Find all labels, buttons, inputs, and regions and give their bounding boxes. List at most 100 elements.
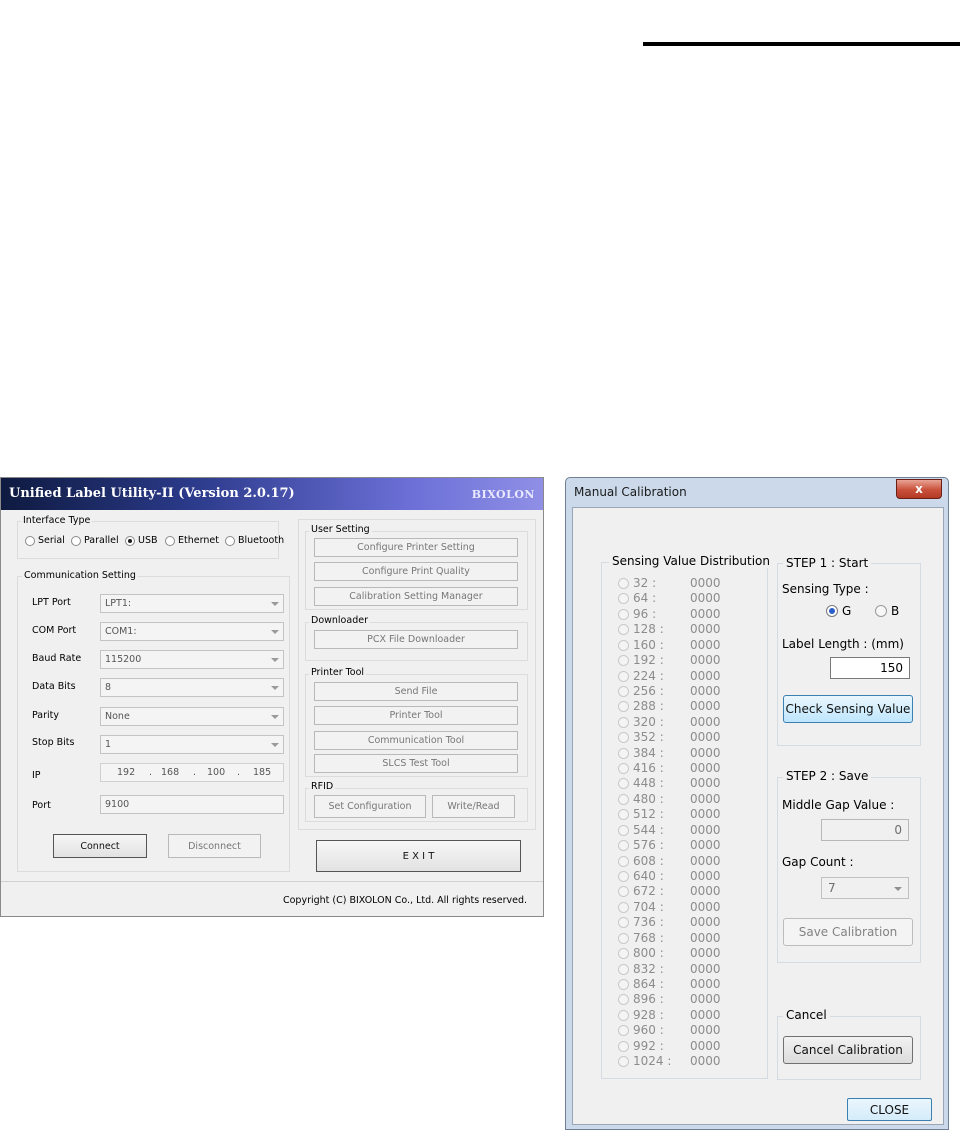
sensing-distribution-label: Sensing Value Distribution	[609, 554, 774, 568]
sensing-distribution-row[interactable]: 1024 : 0000	[618, 1054, 738, 1069]
sensing-distribution-row[interactable]: 448 : 0000	[618, 776, 738, 791]
lpt-port-label: LPT Port	[32, 597, 71, 608]
sensing-type-g-radio[interactable]: G	[826, 604, 851, 618]
radio-bluetooth[interactable]: Bluetooth	[225, 535, 284, 546]
ulu-title-bar[interactable]: Unified Label Utility-II (Version 2.0.17…	[1, 478, 543, 510]
radio-ethernet[interactable]: Ethernet	[165, 535, 219, 546]
sensing-distribution-row[interactable]: 224 : 0000	[618, 669, 738, 684]
sensing-value: 0000	[690, 822, 721, 837]
sensing-distribution-row[interactable]: 608 : 0000	[618, 854, 738, 869]
exit-button[interactable]: E X I T	[316, 840, 521, 872]
sensing-distribution-row[interactable]: 704 : 0000	[618, 900, 738, 915]
sensing-distribution-row[interactable]: 320 : 0000	[618, 715, 738, 730]
write-read-button[interactable]: Write/Read	[432, 795, 515, 818]
sensing-distribution-row[interactable]: 512 : 0000	[618, 807, 738, 822]
sensing-distribution-row[interactable]: 576 : 0000	[618, 838, 738, 853]
slcs-test-tool-button[interactable]: SLCS Test Tool	[314, 754, 518, 773]
stop-bits-select[interactable]: 1	[100, 735, 284, 754]
cancel-label: Cancel	[783, 1008, 830, 1022]
sensing-distribution-row[interactable]: 736 : 0000	[618, 915, 738, 930]
sensing-distribution-row[interactable]: 128 : 0000	[618, 622, 738, 637]
sensing-distribution-row[interactable]: 480 : 0000	[618, 792, 738, 807]
sensing-distribution-row[interactable]: 352 : 0000	[618, 730, 738, 745]
close-icon[interactable]: x	[896, 479, 942, 499]
check-sensing-value-button[interactable]: Check Sensing Value	[783, 695, 913, 723]
sensing-distribution-row[interactable]: 288 : 0000	[618, 699, 738, 714]
configure-print-quality-button[interactable]: Configure Print Quality	[314, 562, 518, 581]
chevron-down-icon	[271, 743, 279, 747]
sensing-level-label: 224 :	[633, 668, 664, 683]
radio-unselected-icon	[618, 948, 629, 960]
sensing-value: 0000	[690, 761, 721, 776]
gap-count-select[interactable]: 7	[821, 877, 909, 899]
sensing-value: 0000	[690, 930, 721, 945]
rfid-label: RFID	[309, 781, 336, 792]
sensing-type-g-label: G	[842, 604, 852, 618]
data-bits-select[interactable]: 8	[100, 678, 284, 697]
sensing-distribution-row[interactable]: 928 : 0000	[618, 1008, 738, 1023]
sensing-distribution-row[interactable]: 864 : 0000	[618, 977, 738, 992]
sensing-distribution-row[interactable]: 832 : 0000	[618, 962, 738, 977]
sensing-distribution-row[interactable]: 768 : 0000	[618, 931, 738, 946]
calibration-setting-manager-button[interactable]: Calibration Setting Manager	[314, 587, 518, 606]
sensing-type-b-radio[interactable]: B	[875, 604, 899, 618]
sensing-value: 0000	[690, 1038, 721, 1053]
sensing-type-label: Sensing Type :	[782, 582, 869, 596]
parity-select[interactable]: None	[100, 707, 284, 726]
ip-octet-3: 100	[207, 767, 226, 778]
sensing-level-label: 384 :	[633, 745, 664, 760]
close-button[interactable]: CLOSE	[847, 1098, 932, 1121]
ip-address-field[interactable]: 192 . 168 . 100 . 185	[100, 763, 284, 782]
sensing-distribution-row[interactable]: 160 : 0000	[618, 638, 738, 653]
configure-printer-setting-button[interactable]: Configure Printer Setting	[314, 538, 518, 557]
sensing-distribution-row[interactable]: 416 : 0000	[618, 761, 738, 776]
stop-bits-label: Stop Bits	[32, 737, 75, 748]
sensing-distribution-row[interactable]: 800 : 0000	[618, 946, 738, 961]
ip-separator: .	[193, 767, 197, 778]
send-file-button[interactable]: Send File	[314, 682, 518, 701]
radio-unselected-icon	[618, 716, 629, 728]
communication-tool-button[interactable]: Communication Tool	[314, 731, 518, 750]
sensing-level-label: 640 :	[633, 868, 664, 883]
sensing-level-label: 544 :	[633, 822, 664, 837]
sensing-distribution-row[interactable]: 64 : 0000	[618, 591, 738, 606]
data-bits-value: 8	[105, 682, 112, 693]
radio-usb[interactable]: USB	[125, 535, 158, 546]
disconnect-button[interactable]: Disconnect	[168, 834, 261, 858]
radio-serial-label: Serial	[38, 535, 65, 546]
sensing-distribution-row[interactable]: 32 : 0000	[618, 576, 738, 591]
sensing-distribution-row[interactable]: 544 : 0000	[618, 823, 738, 838]
user-setting-label: User Setting	[309, 524, 372, 535]
label-length-input[interactable]: 150	[830, 657, 910, 679]
sensing-distribution-row[interactable]: 960 : 0000	[618, 1023, 738, 1038]
save-calibration-button[interactable]: Save Calibration	[783, 918, 913, 946]
radio-unselected-icon	[618, 763, 629, 775]
port-field[interactable]: 9100	[100, 795, 284, 814]
com-port-select[interactable]: COM1:	[100, 622, 284, 641]
middle-gap-input[interactable]: 0	[821, 819, 909, 841]
sensing-distribution-row[interactable]: 640 : 0000	[618, 869, 738, 884]
radio-parallel[interactable]: Parallel	[71, 535, 119, 546]
sensing-value: 0000	[690, 838, 721, 853]
baud-rate-select[interactable]: 115200	[100, 650, 284, 669]
set-configuration-button[interactable]: Set Configuration	[314, 795, 426, 818]
printer-tool-button[interactable]: Printer Tool	[314, 706, 518, 725]
label-length-label: Label Length : (mm)	[782, 637, 904, 651]
sensing-distribution-row[interactable]: 992 : 0000	[618, 1039, 738, 1054]
connect-button[interactable]: Connect	[53, 834, 147, 858]
sensing-distribution-row[interactable]: 896 : 0000	[618, 992, 738, 1007]
radio-unselected-icon	[618, 855, 629, 867]
sensing-distribution-row[interactable]: 384 : 0000	[618, 746, 738, 761]
cancel-calibration-button[interactable]: Cancel Calibration	[783, 1036, 913, 1064]
radio-serial[interactable]: Serial	[25, 535, 65, 546]
pcx-file-downloader-button[interactable]: PCX File Downloader	[314, 630, 518, 649]
sensing-distribution-row[interactable]: 192 : 0000	[618, 653, 738, 668]
sensing-value: 0000	[690, 668, 721, 683]
sensing-distribution-row[interactable]: 256 : 0000	[618, 684, 738, 699]
sensing-distribution-row[interactable]: 96 : 0000	[618, 607, 738, 622]
sensing-value: 0000	[690, 976, 721, 991]
chevron-down-icon	[271, 658, 279, 662]
ip-octet-1: 192	[117, 767, 136, 778]
sensing-distribution-row[interactable]: 672 : 0000	[618, 884, 738, 899]
lpt-port-select[interactable]: LPT1:	[100, 594, 284, 613]
